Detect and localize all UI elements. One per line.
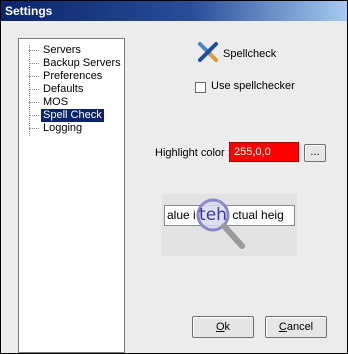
tree-item-label: Backup Servers — [43, 57, 121, 69]
browse-color-button[interactable]: ... — [304, 144, 326, 162]
ok-label: k — [224, 321, 231, 333]
settings-tree[interactable]: Servers Backup Servers Preferences Defau… — [18, 38, 125, 353]
cancel-mnemonic: C — [278, 321, 287, 333]
tree-connector — [29, 102, 39, 103]
use-spellchecker-checkbox[interactable] — [195, 82, 206, 93]
tree-guide-line — [29, 45, 30, 136]
tree-connector — [29, 76, 39, 77]
spellcheck-heading: Spellcheck — [223, 48, 277, 60]
spellcheck-preview: alue i ctual heig teh — [162, 194, 297, 256]
settings-window: Settings Servers Backup Servers Preferen… — [0, 0, 348, 354]
highlight-color-label: Highlight color : — [155, 147, 231, 159]
tree-connector — [29, 50, 39, 51]
window-title: Settings — [5, 4, 53, 18]
magnifier-icon — [196, 198, 245, 249]
use-spellchecker-label[interactable]: Use spellchecker — [211, 80, 295, 92]
tree-item-label: Logging — [43, 122, 83, 134]
magnified-word: teh — [199, 205, 227, 225]
tree-connector — [29, 89, 39, 90]
tree-item-label: Preferences — [43, 70, 103, 82]
tree-connector — [29, 115, 39, 116]
cancel-button[interactable]: Cancel — [265, 316, 327, 338]
highlight-color-field[interactable]: 255,0,0 — [229, 142, 299, 162]
title-bar[interactable]: Settings — [1, 1, 347, 21]
spellcheck-icon — [198, 42, 218, 62]
ok-mnemonic: O — [215, 321, 225, 333]
tree-item-label: Servers — [43, 44, 81, 56]
tree-item-label: Spell Check — [41, 109, 104, 122]
tree-connector — [29, 128, 39, 129]
tree-item-label: Defaults — [43, 83, 84, 95]
tree-item-label: MOS — [43, 96, 69, 108]
ok-button[interactable]: Ok — [192, 316, 254, 338]
tree-connector — [29, 63, 39, 64]
cancel-label: ancel — [286, 321, 314, 333]
